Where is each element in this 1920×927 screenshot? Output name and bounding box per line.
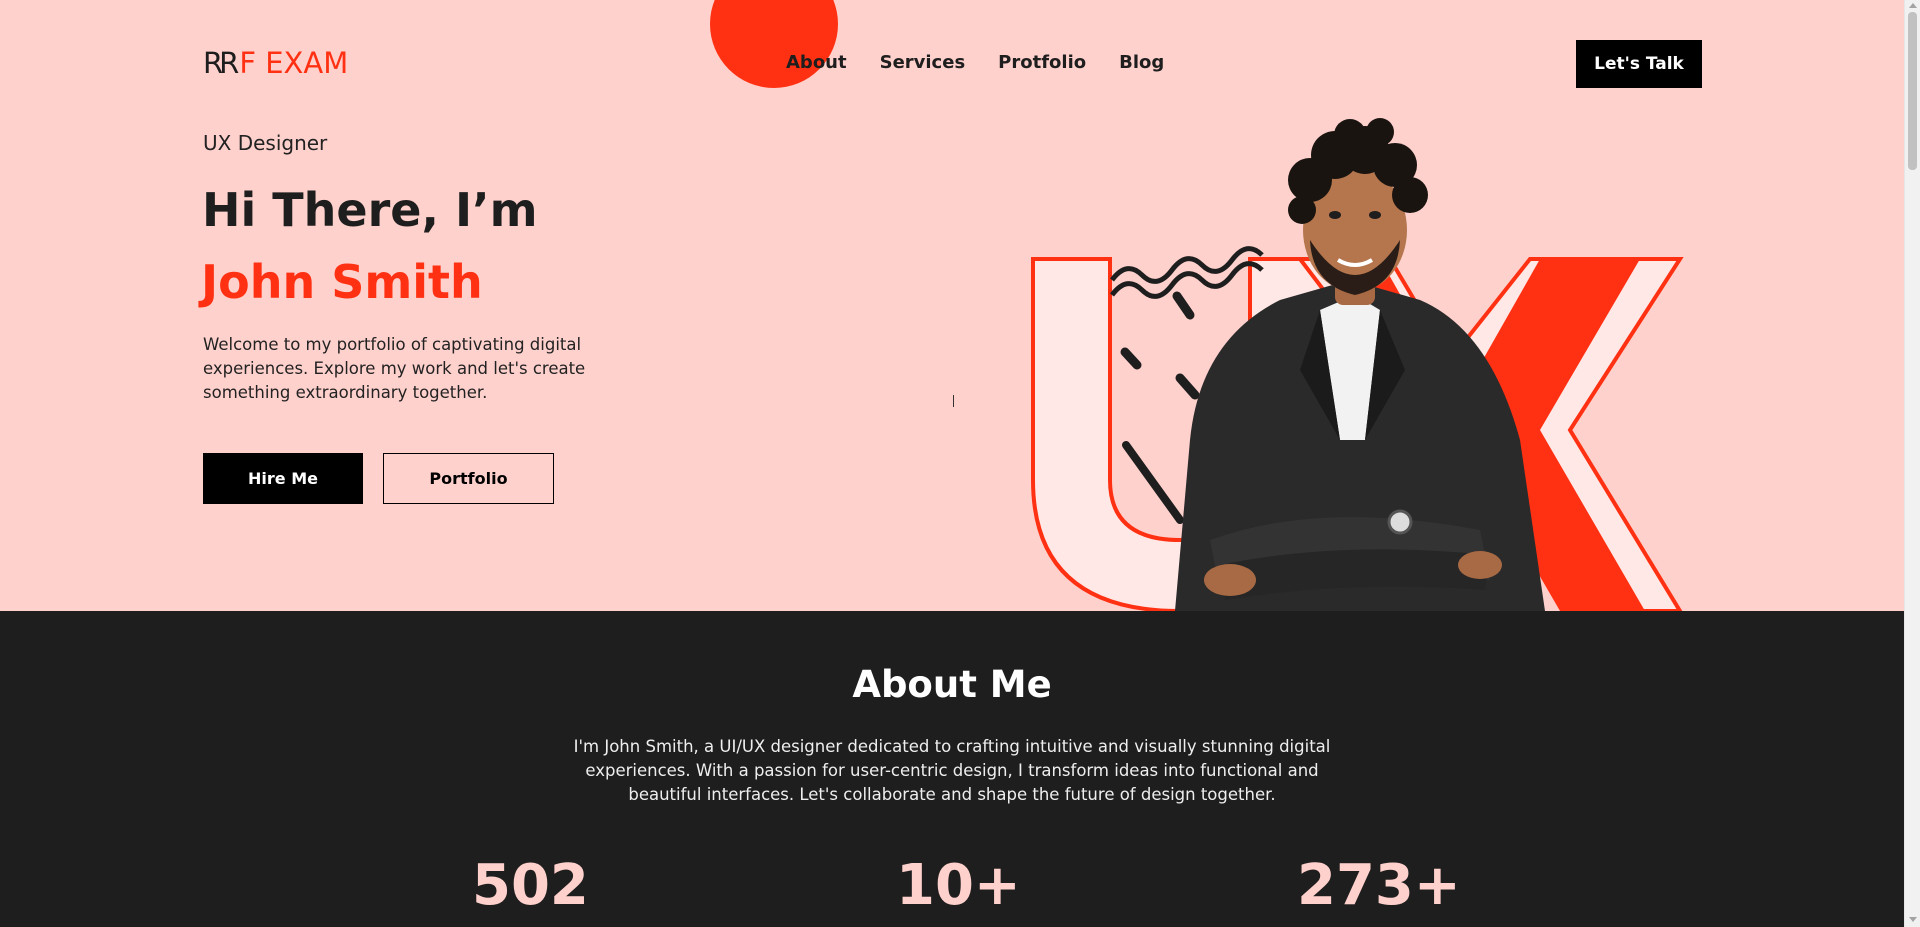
logo-text: F EXAM <box>239 46 349 80</box>
hero-section: RR F EXAM About Services Protfolio Blog … <box>0 0 1904 611</box>
about-section: About Me I'm John Smith, a UI/UX designe… <box>0 611 1904 927</box>
scroll-up-arrow-icon[interactable] <box>1909 3 1917 8</box>
page: RR F EXAM About Services Protfolio Blog … <box>0 0 1904 927</box>
about-text: I'm John Smith, a UI/UX designer dedicat… <box>573 737 1331 804</box>
hire-me-button[interactable]: Hire Me <box>203 453 363 504</box>
nav-link-blog[interactable]: Blog <box>1119 52 1164 73</box>
main-nav: About Services Protfolio Blog <box>786 52 1164 73</box>
hero-illustration <box>1031 118 1684 611</box>
nav-link-about[interactable]: About <box>786 52 847 73</box>
hero-intro: Welcome to my portfolio of captivating d… <box>203 335 586 402</box>
stat-value-1: 502 <box>472 853 589 918</box>
logo[interactable]: RR F EXAM <box>203 46 348 80</box>
nav-link-services[interactable]: Services <box>880 52 966 73</box>
decorative-circle <box>710 0 838 88</box>
logo-prefix: RR <box>203 46 239 80</box>
lets-talk-button[interactable]: Let's Talk <box>1576 40 1702 88</box>
about-title: About Me <box>852 663 1052 706</box>
portfolio-button[interactable]: Portfolio <box>383 453 554 504</box>
hero-role: UX Designer <box>203 131 328 155</box>
hero-name: John Smith <box>201 255 483 309</box>
scroll-down-arrow-icon[interactable] <box>1909 917 1917 922</box>
scroll-thumb[interactable] <box>1908 12 1917 170</box>
vertical-scrollbar[interactable] <box>1904 0 1920 927</box>
hero-greeting: Hi There, I’m <box>202 183 538 237</box>
stat-value-3: 273+ <box>1297 853 1461 918</box>
stat-value-2: 10+ <box>896 853 1021 918</box>
nav-link-portfolio[interactable]: Protfolio <box>998 52 1086 73</box>
text-cursor <box>953 395 954 407</box>
